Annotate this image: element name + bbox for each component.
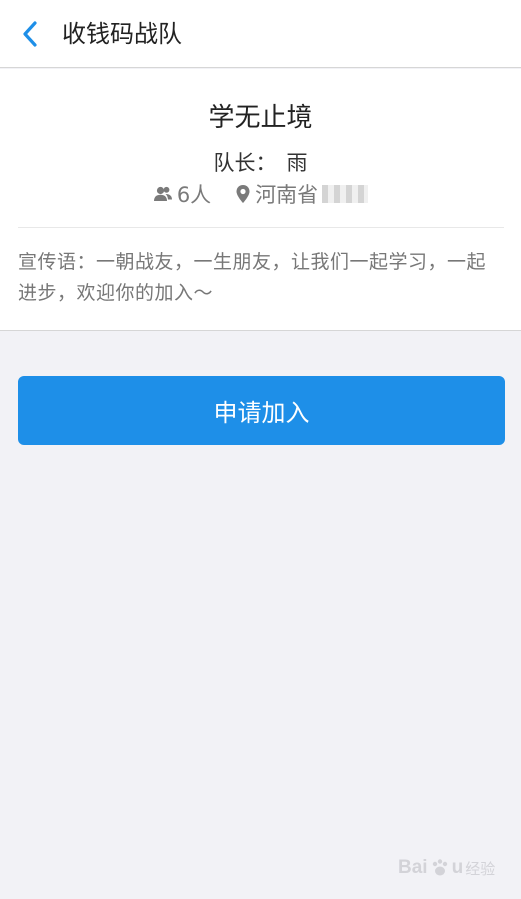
apply-join-button[interactable]: 申请加入 [18, 376, 505, 445]
map-pin-icon [235, 184, 251, 204]
captain-label: 队长： [213, 151, 277, 175]
location-item: 河南省 [235, 179, 369, 209]
divider [18, 227, 504, 228]
people-icon [153, 185, 173, 203]
back-button[interactable] [12, 14, 48, 54]
member-count: 6人 [176, 183, 212, 207]
top-nav-bar: 收钱码战队 [0, 0, 521, 68]
captain-name: 雨 [286, 151, 308, 175]
baidu-paw-icon [432, 859, 447, 876]
team-slogan: 宣传语：一朝战友，一生朋友，让我们一起学习，一起进步，欢迎你的加入～ [18, 251, 487, 304]
baidu-jingyan-watermark: Bai u 经验 [398, 857, 496, 878]
team-info-card: 学无止境 队长： 雨 6人 河南省 宣传语：一朝战友，一生朋友，让我们一起学习，一… [0, 69, 521, 331]
location-text: 河南省 [255, 183, 319, 207]
member-count-item: 6人 [153, 179, 211, 209]
chevron-left-icon [23, 21, 37, 47]
captain-line: 队长： 雨 [0, 147, 521, 177]
team-name: 学无止境 [208, 103, 313, 133]
page-title: 收钱码战队 [62, 20, 182, 48]
redacted-location-detail [322, 185, 369, 203]
team-meta: 6人 河南省 [0, 179, 521, 209]
